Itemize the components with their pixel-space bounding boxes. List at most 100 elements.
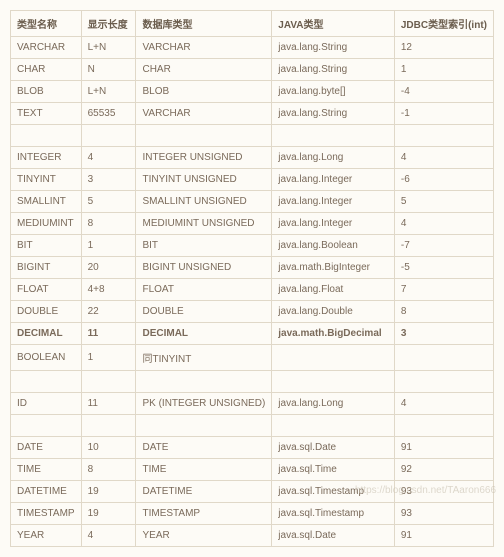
cell: 93: [394, 481, 493, 503]
cell: 1: [394, 59, 493, 81]
cell: [272, 345, 395, 371]
header-db-type: 数据库类型: [136, 11, 272, 37]
table-row: CHARNCHARjava.lang.String1: [11, 59, 494, 81]
cell: 5: [81, 191, 136, 213]
cell: [272, 415, 395, 437]
cell: TIME: [11, 459, 82, 481]
cell: BOOLEAN: [11, 345, 82, 371]
cell: 8: [81, 459, 136, 481]
cell: [394, 125, 493, 147]
cell: YEAR: [136, 525, 272, 547]
cell: 4+8: [81, 279, 136, 301]
cell: ID: [11, 393, 82, 415]
cell: -7: [394, 235, 493, 257]
cell: java.lang.String: [272, 37, 395, 59]
cell: PK (INTEGER UNSIGNED): [136, 393, 272, 415]
table-row: [11, 371, 494, 393]
table-row: DATE10DATEjava.sql.Date91: [11, 437, 494, 459]
cell: 5: [394, 191, 493, 213]
cell: 20: [81, 257, 136, 279]
cell: [394, 371, 493, 393]
cell: FLOAT: [11, 279, 82, 301]
table-row: INTEGER4INTEGER UNSIGNEDjava.lang.Long4: [11, 147, 494, 169]
cell: 4: [394, 213, 493, 235]
cell: MEDIUMINT UNSIGNED: [136, 213, 272, 235]
cell: java.sql.Timestamp: [272, 481, 395, 503]
cell: java.math.BigInteger: [272, 257, 395, 279]
cell: DECIMAL: [11, 323, 82, 345]
table-row: [11, 415, 494, 437]
header-java-type: JAVA类型: [272, 11, 395, 37]
header-row: 类型名称 显示长度 数据库类型 JAVA类型 JDBC类型索引(int): [11, 11, 494, 37]
cell: L+N: [81, 81, 136, 103]
cell: TINYINT: [11, 169, 82, 191]
table-row: TEXT65535VARCHARjava.lang.String-1: [11, 103, 494, 125]
table-row: VARCHARL+NVARCHARjava.lang.String12: [11, 37, 494, 59]
table-row: DOUBLE22DOUBLEjava.lang.Double8: [11, 301, 494, 323]
cell: 65535: [81, 103, 136, 125]
cell: N: [81, 59, 136, 81]
cell: java.lang.Boolean: [272, 235, 395, 257]
cell: BIT: [136, 235, 272, 257]
cell: 3: [81, 169, 136, 191]
cell: BLOB: [136, 81, 272, 103]
cell: 1: [81, 345, 136, 371]
cell: [136, 415, 272, 437]
cell: -4: [394, 81, 493, 103]
cell: [81, 415, 136, 437]
cell: 7: [394, 279, 493, 301]
cell: 1: [81, 235, 136, 257]
cell: 4: [81, 525, 136, 547]
cell: L+N: [81, 37, 136, 59]
table-row: DATETIME19DATETIMEjava.sql.Timestamp93: [11, 481, 494, 503]
cell: 同TINYINT: [136, 345, 272, 371]
cell: [81, 371, 136, 393]
cell: BIGINT: [11, 257, 82, 279]
cell: java.lang.Integer: [272, 213, 395, 235]
cell: FLOAT: [136, 279, 272, 301]
cell: 91: [394, 437, 493, 459]
cell: 11: [81, 323, 136, 345]
cell: [11, 125, 82, 147]
cell: 11: [81, 393, 136, 415]
cell: VARCHAR: [136, 37, 272, 59]
cell: TINYINT UNSIGNED: [136, 169, 272, 191]
cell: java.lang.Integer: [272, 169, 395, 191]
cell: [136, 371, 272, 393]
cell: VARCHAR: [136, 103, 272, 125]
cell: java.lang.Integer: [272, 191, 395, 213]
cell: BLOB: [11, 81, 82, 103]
type-mapping-table: 类型名称 显示长度 数据库类型 JAVA类型 JDBC类型索引(int) VAR…: [10, 10, 494, 547]
table-row: BLOBL+NBLOBjava.lang.byte[]-4: [11, 81, 494, 103]
table-row: YEAR4YEARjava.sql.Date91: [11, 525, 494, 547]
cell: 92: [394, 459, 493, 481]
cell: java.lang.String: [272, 59, 395, 81]
cell: java.lang.String: [272, 103, 395, 125]
cell: INTEGER: [11, 147, 82, 169]
cell: java.lang.Float: [272, 279, 395, 301]
cell: [394, 345, 493, 371]
table-body: VARCHARL+NVARCHARjava.lang.String12CHARN…: [11, 37, 494, 547]
cell: -6: [394, 169, 493, 191]
cell: TEXT: [11, 103, 82, 125]
cell: DECIMAL: [136, 323, 272, 345]
cell: 4: [394, 393, 493, 415]
header-jdbc-index: JDBC类型索引(int): [394, 11, 493, 37]
cell: CHAR: [11, 59, 82, 81]
table-row: TIMESTAMP19TIMESTAMPjava.sql.Timestamp93: [11, 503, 494, 525]
cell: TIMESTAMP: [11, 503, 82, 525]
cell: TIMESTAMP: [136, 503, 272, 525]
table-row: FLOAT4+8FLOATjava.lang.Float7: [11, 279, 494, 301]
cell: [272, 371, 395, 393]
cell: java.lang.byte[]: [272, 81, 395, 103]
cell: java.math.BigDecimal: [272, 323, 395, 345]
cell: java.sql.Date: [272, 525, 395, 547]
cell: java.sql.Date: [272, 437, 395, 459]
table-row: BIGINT20BIGINT UNSIGNEDjava.math.BigInte…: [11, 257, 494, 279]
cell: YEAR: [11, 525, 82, 547]
table-row: SMALLINT5SMALLINT UNSIGNEDjava.lang.Inte…: [11, 191, 494, 213]
cell: 93: [394, 503, 493, 525]
cell: SMALLINT UNSIGNED: [136, 191, 272, 213]
table-row: TIME8TIMEjava.sql.Time92: [11, 459, 494, 481]
cell: 12: [394, 37, 493, 59]
